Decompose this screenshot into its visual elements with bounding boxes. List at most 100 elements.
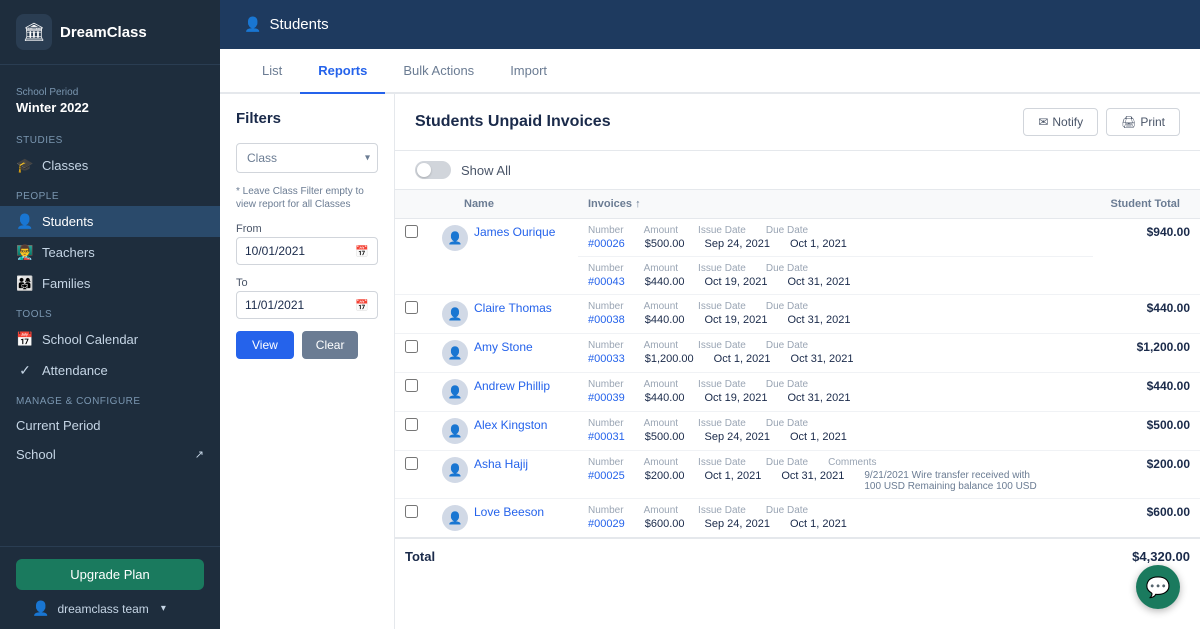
- invoice-details: Number Amount Issue Date Due Date Commen…: [588, 457, 1083, 492]
- student-name[interactable]: Asha Hajij: [474, 457, 528, 471]
- sidebar-item-current-period[interactable]: Current Period: [0, 411, 220, 440]
- chat-button[interactable]: 💬: [1136, 565, 1180, 609]
- class-filter-select[interactable]: Class: [236, 143, 378, 173]
- due-date-label: Due Date: [766, 418, 808, 429]
- number-label: Number: [588, 301, 624, 312]
- student-name[interactable]: James Ourique: [474, 225, 555, 239]
- amount-label: Amount: [644, 418, 678, 429]
- issue-date-label: Issue Date: [698, 457, 746, 468]
- print-button[interactable]: 🖨 Print: [1106, 108, 1180, 136]
- upgrade-plan-button[interactable]: Upgrade Plan: [16, 559, 204, 590]
- student-name[interactable]: Love Beeson: [474, 505, 544, 519]
- tab-list[interactable]: List: [244, 49, 300, 94]
- invoice-details: Number Amount Issue Date Due Date #00026…: [588, 225, 1083, 250]
- invoice-detail-cell: Number Amount Issue Date Due Date #00038…: [578, 295, 1093, 334]
- filters-panel: Filters Class ▾ * Leave Class Filter emp…: [220, 94, 395, 629]
- issue-date-label: Issue Date: [698, 505, 746, 516]
- sidebar-item-students[interactable]: 👤 Students: [0, 206, 220, 237]
- sidebar-item-school-calendar[interactable]: 📅 School Calendar: [0, 324, 220, 355]
- row-checkbox-cell: [395, 295, 428, 334]
- avatar: 👤: [442, 340, 468, 366]
- invoice-number[interactable]: #00031: [588, 431, 625, 443]
- to-label: To: [236, 277, 378, 289]
- invoice-line-values: #00029 $600.00 Sep 24, 2021 Oct 1, 2021: [588, 518, 1083, 530]
- families-icon: 👨‍👩‍👧: [16, 275, 34, 292]
- clear-button[interactable]: Clear: [302, 331, 359, 359]
- to-filter-group: To 11/01/2021 📅: [236, 277, 378, 319]
- report-table-wrapper: Name Invoices ↑ Student Total 👤 James Ou…: [395, 190, 1200, 629]
- to-date-input[interactable]: 11/01/2021 📅: [236, 291, 378, 319]
- school-period-value: Winter 2022: [16, 100, 204, 115]
- invoice-due-date: Oct 31, 2021: [781, 470, 844, 492]
- student-name[interactable]: Claire Thomas: [474, 301, 552, 315]
- student-name-cell: 👤 Claire Thomas: [428, 295, 578, 334]
- invoice-issue-date: Sep 24, 2021: [704, 431, 769, 443]
- tab-bulk-actions[interactable]: Bulk Actions: [385, 49, 492, 94]
- table-row: 👤 Asha Hajij Number Amount Issue Date Du…: [395, 451, 1200, 499]
- from-date-input[interactable]: 10/01/2021 📅: [236, 237, 378, 265]
- teachers-icon: 👨‍🏫: [16, 244, 34, 261]
- invoice-number[interactable]: #00039: [588, 392, 625, 404]
- invoice-due-date: Oct 1, 2021: [790, 431, 847, 443]
- tabs-bar: List Reports Bulk Actions Import: [220, 49, 1200, 94]
- invoice-issue-date: Sep 24, 2021: [704, 518, 769, 530]
- invoice-detail-cell: Number Amount Issue Date Due Date #00031…: [578, 412, 1093, 451]
- user-row[interactable]: 👤 dreamclass team ▾: [16, 590, 204, 617]
- logo-text: DreamClass: [60, 24, 147, 41]
- issue-date-label: Issue Date: [698, 340, 746, 351]
- filters-title: Filters: [236, 110, 378, 127]
- student-name[interactable]: Andrew Phillip: [474, 379, 550, 393]
- tab-import[interactable]: Import: [492, 49, 565, 94]
- avatar: 👤: [442, 505, 468, 531]
- row-checkbox[interactable]: [405, 225, 418, 238]
- to-calendar-icon: 📅: [355, 299, 369, 312]
- row-checkbox[interactable]: [405, 379, 418, 392]
- student-name[interactable]: Alex Kingston: [474, 418, 547, 432]
- user-label: dreamclass team: [57, 602, 148, 616]
- invoice-number[interactable]: #00029: [588, 518, 625, 530]
- invoice-details: Number Amount Issue Date Due Date #00043…: [588, 263, 1083, 288]
- invoice-line-values: #00043 $440.00 Oct 19, 2021 Oct 31, 2021: [588, 276, 1083, 288]
- invoice-number[interactable]: #00026: [588, 238, 625, 250]
- invoice-due-date: Oct 1, 2021: [790, 518, 847, 530]
- invoice-amount: $500.00: [645, 238, 685, 250]
- sidebar-item-my-school[interactable]: School ↗: [0, 440, 220, 469]
- table-row: 👤 Claire Thomas Number Amount Issue Date…: [395, 295, 1200, 334]
- invoice-number[interactable]: #00025: [588, 470, 625, 492]
- my-school-label: School: [16, 447, 56, 462]
- row-checkbox[interactable]: [405, 505, 418, 518]
- invoice-line-labels: Number Amount Issue Date Due Date: [588, 263, 1083, 274]
- sidebar-item-classes[interactable]: 🎓 Classes: [0, 150, 220, 181]
- sidebar-item-attendance[interactable]: ✓ Attendance: [0, 355, 220, 386]
- filter-buttons: View Clear: [236, 331, 378, 359]
- row-checkbox[interactable]: [405, 457, 418, 470]
- report-header: Students Unpaid Invoices ✉ Notify 🖨 Prin…: [395, 94, 1200, 151]
- view-button[interactable]: View: [236, 331, 294, 359]
- student-total-cell: $500.00: [1093, 412, 1200, 451]
- main-area: 👤 Students List Reports Bulk Actions Imp…: [220, 0, 1200, 629]
- current-period-label: Current Period: [16, 418, 101, 433]
- row-checkbox-cell: [395, 219, 428, 295]
- invoice-line-values: #00025 $200.00 Oct 1, 2021 Oct 31, 2021 …: [588, 470, 1083, 492]
- invoice-number[interactable]: #00043: [588, 276, 625, 288]
- notify-button[interactable]: ✉ Notify: [1023, 108, 1098, 136]
- number-label: Number: [588, 457, 624, 468]
- invoice-number[interactable]: #00038: [588, 314, 625, 326]
- invoice-number[interactable]: #00033: [588, 353, 625, 365]
- sidebar-item-teachers[interactable]: 👨‍🏫 Teachers: [0, 237, 220, 268]
- student-cell: 👤 Alex Kingston: [438, 418, 568, 444]
- table-row: 👤 Love Beeson Number Amount Issue Date D…: [395, 499, 1200, 539]
- row-checkbox[interactable]: [405, 340, 418, 353]
- user-icon: 👤: [32, 600, 49, 617]
- sidebar-item-families[interactable]: 👨‍👩‍👧 Families: [0, 268, 220, 299]
- student-cell: 👤 James Ourique: [438, 225, 568, 251]
- notify-icon: ✉: [1038, 115, 1048, 129]
- row-checkbox[interactable]: [405, 301, 418, 314]
- invoice-amount: $500.00: [645, 431, 685, 443]
- number-label: Number: [588, 505, 624, 516]
- student-cell: 👤 Asha Hajij: [438, 457, 568, 483]
- show-all-toggle[interactable]: [415, 161, 451, 179]
- tab-reports[interactable]: Reports: [300, 49, 385, 94]
- row-checkbox[interactable]: [405, 418, 418, 431]
- student-name[interactable]: Amy Stone: [474, 340, 533, 354]
